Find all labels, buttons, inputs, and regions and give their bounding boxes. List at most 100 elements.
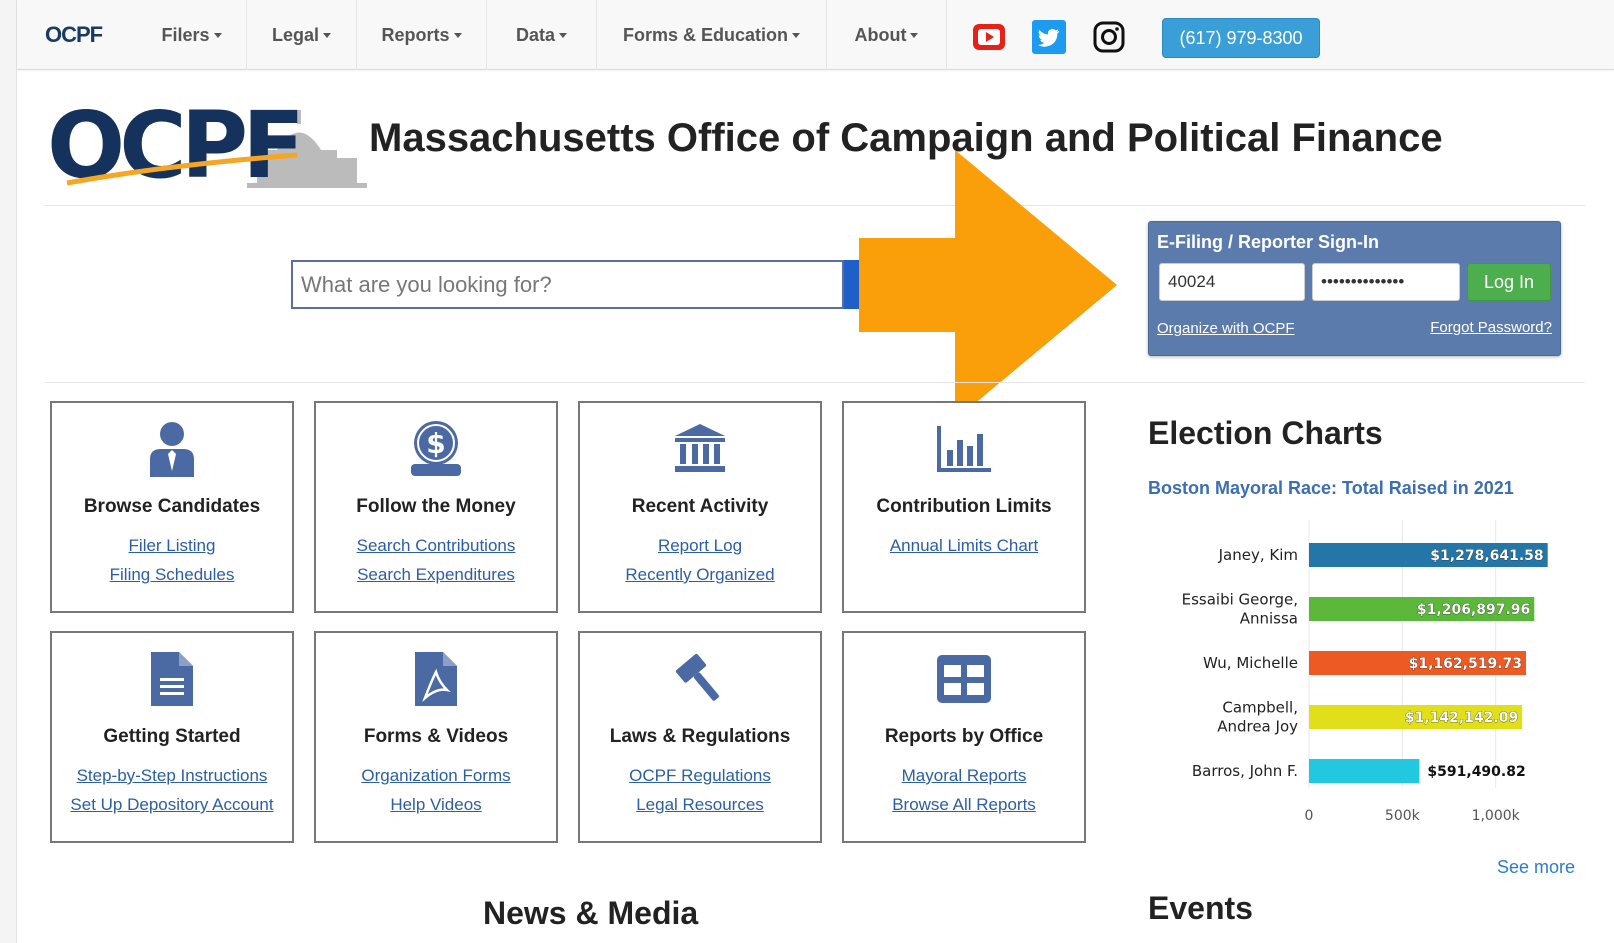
chart-tick-label: 0 — [1305, 808, 1314, 824]
ocpf-logo[interactable]: OCPF — [47, 92, 377, 200]
top-navbar: OCPF Filers Legal Reports Data Forms & E… — [17, 0, 1614, 70]
chart-category-label: Andrea Joy — [1217, 718, 1298, 736]
tile-link[interactable]: Report Log — [580, 536, 820, 556]
svg-text:$: $ — [426, 427, 445, 460]
tile-link[interactable]: Help Videos — [316, 795, 556, 815]
tile-title: Browse Candidates — [83, 496, 261, 517]
search-input[interactable] — [291, 260, 844, 309]
nav-about[interactable]: About — [827, 0, 947, 70]
login-button[interactable]: Log In — [1467, 263, 1551, 301]
caret-down-icon — [453, 32, 462, 38]
tile-follow-the-money: $ Follow the Money Search Contributions … — [314, 401, 558, 613]
tile-link[interactable]: Search Contributions — [316, 536, 556, 556]
twitter-icon[interactable] — [1032, 20, 1066, 54]
tile-title: Follow the Money — [356, 496, 516, 517]
nav-logo[interactable]: OCPF — [45, 22, 103, 48]
caret-down-icon — [910, 32, 919, 38]
tile-title: Forms & Videos — [363, 726, 509, 747]
nav-data[interactable]: Data — [487, 0, 597, 70]
news-media-heading: News & Media — [483, 895, 699, 931]
nav-reports[interactable]: Reports — [357, 0, 487, 70]
chart-subtitle-link[interactable]: Boston Mayoral Race: Total Raised in 202… — [1148, 478, 1514, 499]
tile-title: Laws & Regulations — [609, 726, 791, 747]
tile-link[interactable]: Browse All Reports — [844, 795, 1084, 815]
tile-title: Reports by Office — [884, 726, 1044, 747]
tile-link[interactable]: Mayoral Reports — [844, 766, 1084, 786]
tile-link[interactable]: OCPF Regulations — [580, 766, 820, 786]
orange-arrow-icon — [859, 150, 1117, 420]
tile-forms-videos: Forms & Videos Organization Forms Help V… — [314, 631, 558, 843]
tile-link[interactable]: Organization Forms — [316, 766, 556, 786]
chart-data-label: $591,490.82 — [1427, 764, 1525, 780]
tile-laws-regulations: Laws & Regulations OCPF Regulations Lega… — [578, 631, 822, 843]
chart-data-label: $1,278,641.58 — [1430, 548, 1543, 564]
chart-category-label: Annissa — [1240, 610, 1298, 628]
chart-data-label: $1,162,519.73 — [1409, 656, 1522, 672]
nav-forms-label: Forms & Education — [622, 24, 788, 45]
signin-title: E-Filing / Reporter Sign-In — [1157, 232, 1379, 252]
events-heading: Events — [1148, 890, 1253, 926]
chart-data-label: $1,206,897.96 — [1417, 602, 1530, 618]
tile-title: Contribution Limits — [876, 496, 1052, 517]
tile-title: Recent Activity — [631, 496, 769, 517]
nav-forms-education[interactable]: Forms & Education — [597, 0, 827, 70]
instagram-icon[interactable] — [1092, 20, 1126, 54]
bank-icon — [580, 419, 820, 479]
nav-legal-label: Legal — [271, 24, 319, 45]
election-bar-chart: 0500k1,000k1,5…Janey, Kim$1,278,641.58Es… — [1182, 520, 1548, 824]
tile-link[interactable]: Filing Schedules — [52, 565, 292, 585]
chart-data-label: $1,142,142.09 — [1405, 710, 1518, 726]
pdf-file-icon — [316, 649, 556, 709]
nav-reports-label: Reports — [381, 24, 450, 45]
tile-link[interactable]: Recently Organized — [580, 565, 820, 585]
see-more-link[interactable]: See more — [1497, 857, 1575, 878]
person-icon — [52, 419, 292, 479]
bar-chart-icon — [844, 419, 1084, 479]
tile-contribution-limits: Contribution Limits Annual Limits Chart — [842, 401, 1086, 613]
divider — [45, 205, 1585, 206]
nav-filers[interactable]: Filers — [137, 0, 247, 70]
tile-link[interactable]: Filer Listing — [52, 536, 292, 556]
chart-category-label: Essaibi George, — [1182, 591, 1298, 609]
youtube-icon[interactable] — [972, 20, 1006, 54]
tile-browse-candidates: Browse Candidates Filer Listing Filing S… — [50, 401, 294, 613]
tile-link[interactable]: Legal Resources — [580, 795, 820, 815]
chart-tick-label: 1,000k — [1472, 808, 1521, 824]
money-hand-icon: $ — [316, 419, 556, 479]
tile-recent-activity: Recent Activity Report Log Recently Orga… — [578, 401, 822, 613]
nav-data-label: Data — [515, 24, 555, 45]
tile-getting-started: Getting Started Step-by-Step Instruction… — [50, 631, 294, 843]
tile-reports-by-office: Reports by Office Mayoral Reports Browse… — [842, 631, 1086, 843]
tile-link[interactable]: Search Expenditures — [316, 565, 556, 585]
forgot-password-link[interactable]: Forgot Password? — [1430, 319, 1552, 336]
table-icon — [844, 649, 1084, 709]
password-field[interactable] — [1312, 263, 1460, 301]
chart-bar — [1309, 759, 1420, 783]
chart-category-label: Wu, Michelle — [1203, 654, 1298, 672]
caret-down-icon — [559, 32, 567, 38]
caret-down-icon — [213, 32, 222, 38]
username-field[interactable] — [1159, 263, 1305, 301]
phone-button[interactable]: (617) 979-8300 — [1162, 18, 1320, 58]
chart-tick-label: 500k — [1385, 808, 1421, 824]
divider — [45, 382, 1585, 383]
nav-legal[interactable]: Legal — [247, 0, 357, 70]
nav-filers-label: Filers — [161, 24, 210, 45]
caret-down-icon — [792, 32, 800, 38]
caret-down-icon — [323, 32, 331, 38]
chart-category-label: Janey, Kim — [1218, 546, 1298, 564]
document-icon — [52, 649, 292, 709]
election-charts-heading: Election Charts — [1148, 415, 1383, 451]
chart-category-label: Barros, John F. — [1192, 762, 1298, 780]
nav-about-label: About — [854, 24, 907, 45]
gavel-icon — [580, 649, 820, 709]
tile-link[interactable]: Annual Limits Chart — [844, 536, 1084, 556]
chart-category-label: Campbell, — [1222, 699, 1298, 717]
page: OCPF Filers Legal Reports Data Forms & E… — [16, 0, 1614, 943]
svg-text:OCPF: OCPF — [47, 95, 299, 199]
signin-panel: E-Filing / Reporter Sign-In Log In Organ… — [1148, 221, 1561, 356]
organize-link[interactable]: Organize with OCPF — [1157, 320, 1295, 337]
tile-link[interactable]: Step-by-Step Instructions — [52, 766, 292, 786]
tile-link[interactable]: Set Up Depository Account — [52, 795, 292, 815]
tile-title: Getting Started — [103, 726, 241, 747]
